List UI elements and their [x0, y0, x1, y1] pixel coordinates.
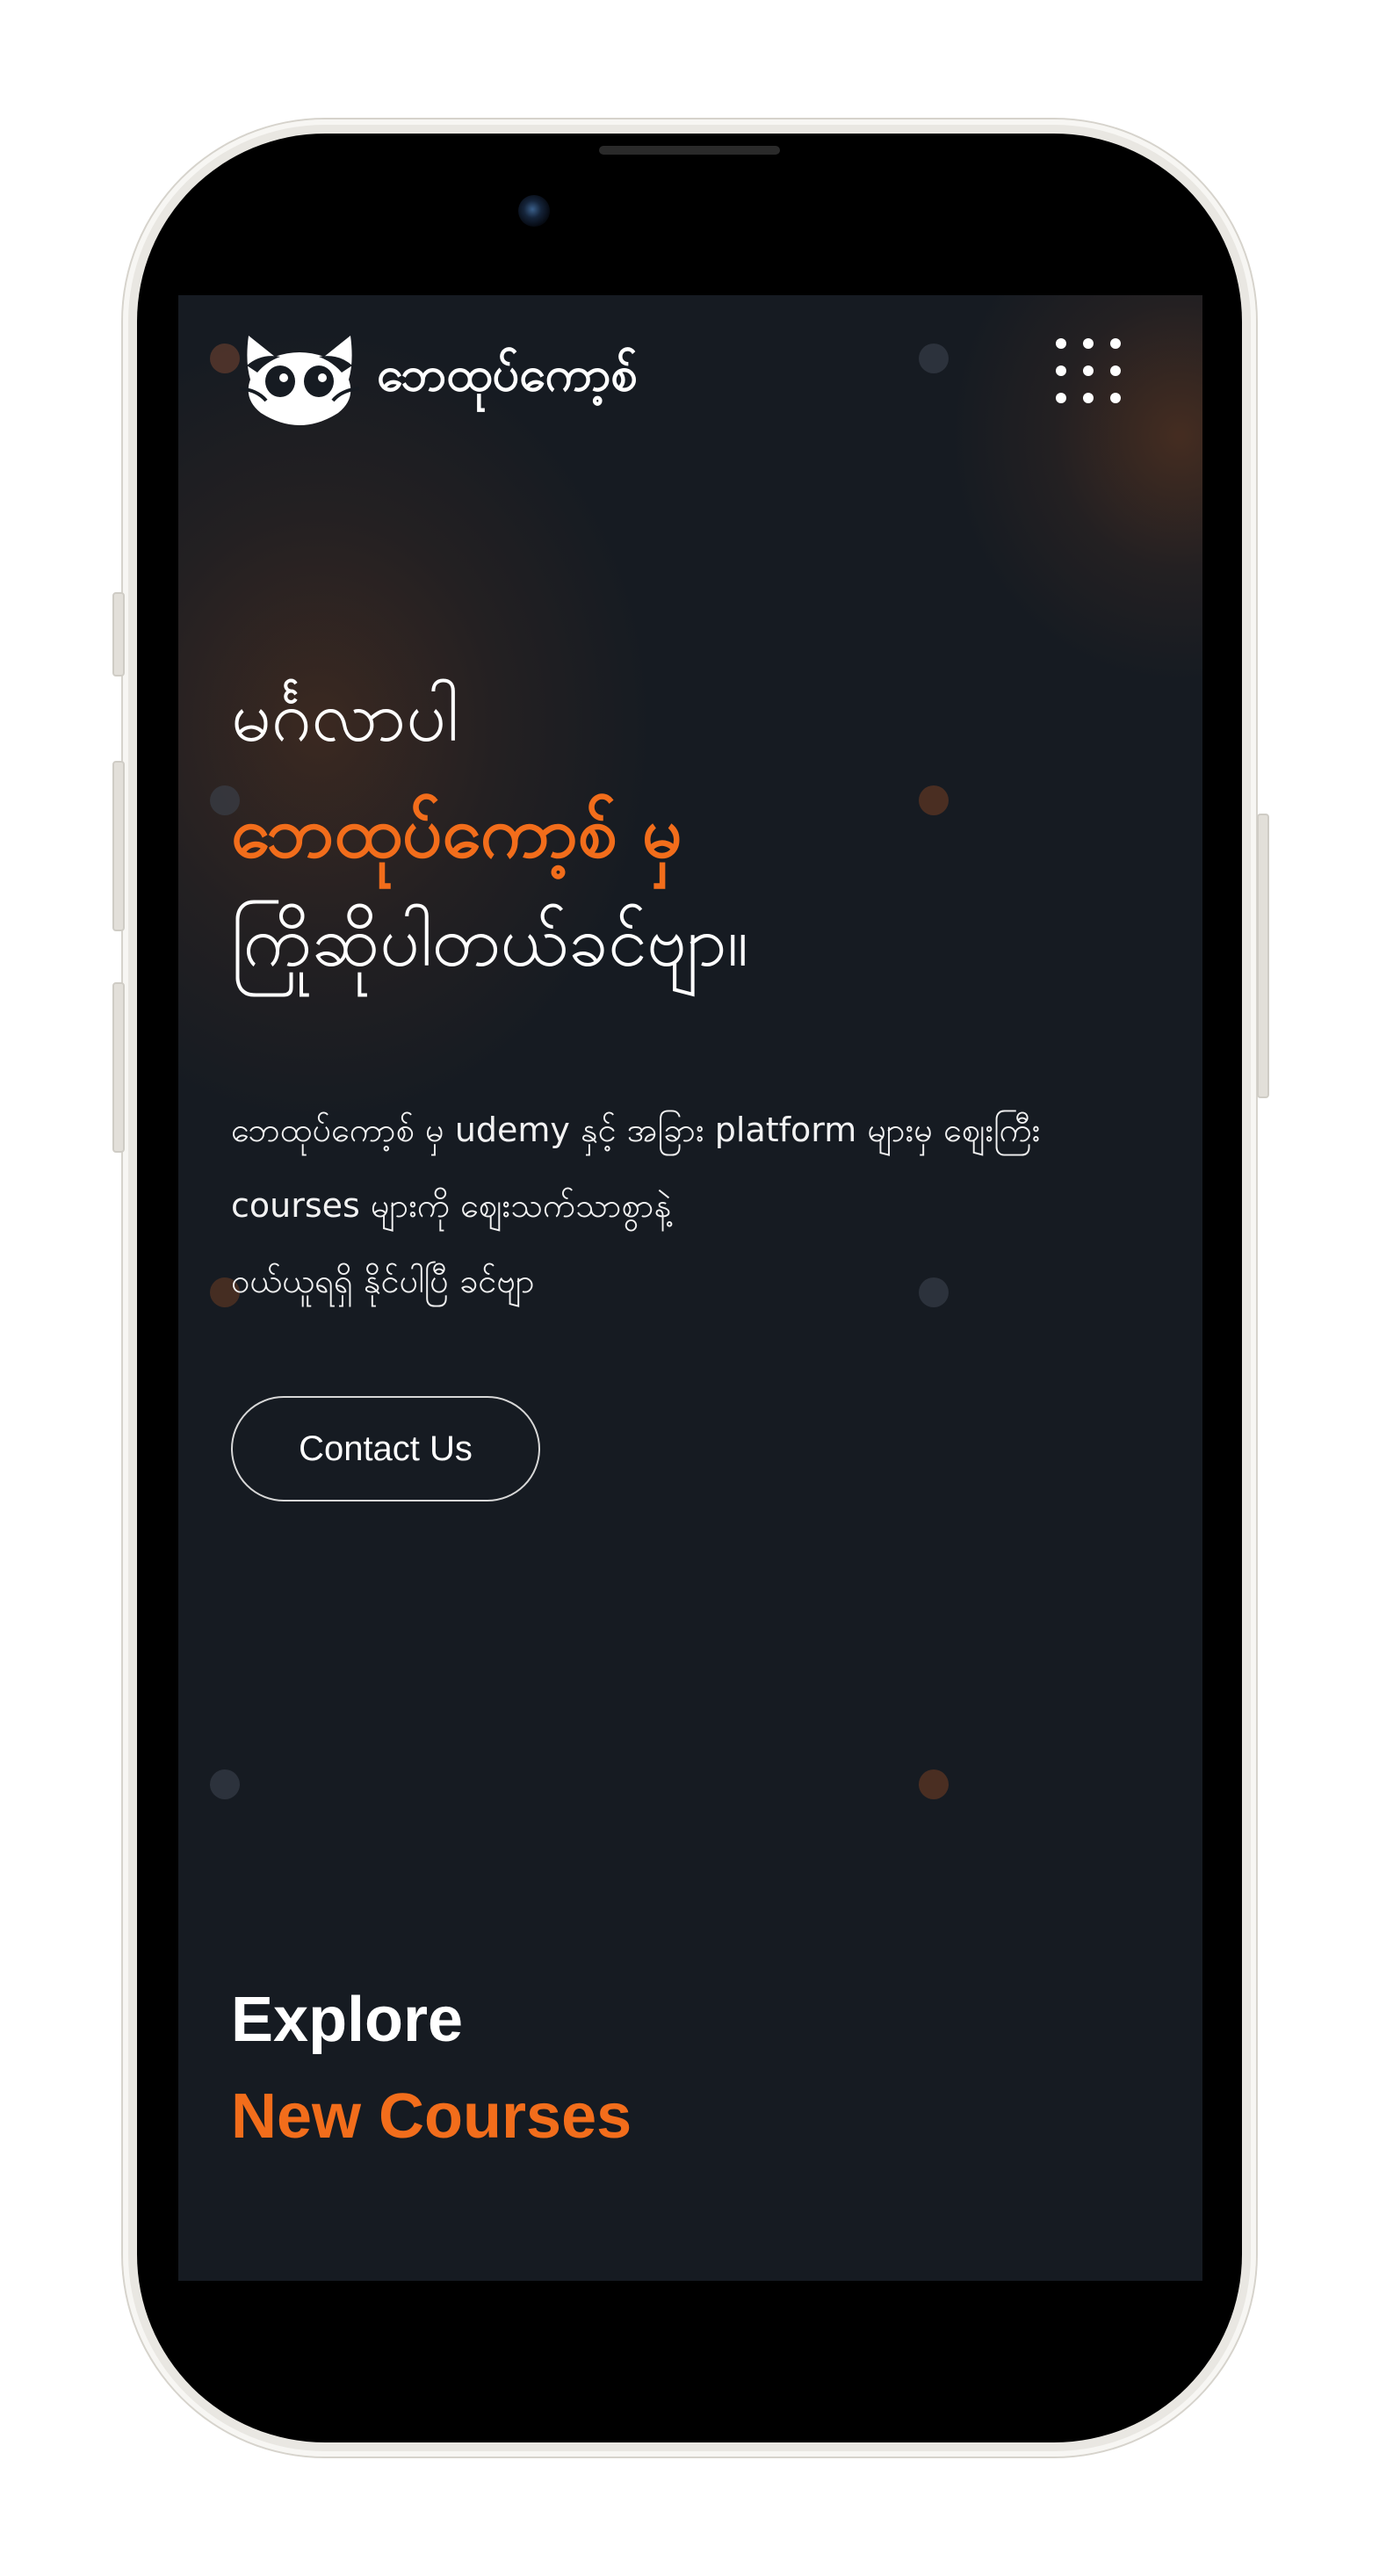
menu-dot [1056, 365, 1067, 376]
grid-menu-icon[interactable] [1048, 330, 1129, 411]
decor-dot [919, 785, 949, 815]
mute-switch [112, 592, 125, 677]
new-courses-heading: New Courses [231, 2081, 632, 2152]
earpiece-speaker [599, 146, 780, 155]
power-button [1257, 814, 1269, 1098]
decor-dot [919, 1769, 949, 1799]
contact-us-button[interactable]: Contact Us [231, 1396, 540, 1501]
hero-description-line-1: ဘေထုပ်ကော့စ် မှ udemy နှင့် အခြား platfo… [231, 1111, 1041, 1149]
front-camera [518, 195, 550, 227]
menu-dot [1109, 365, 1121, 376]
decor-dot [210, 1769, 240, 1799]
hero-welcome-line: ကြိုဆိုပါတယ်ခင်ဗျာ။ [231, 901, 748, 982]
menu-dot [1109, 338, 1121, 350]
hero-description-line-2: courses များကို ဈေးသက်သာစွာနဲ့ [231, 1186, 672, 1225]
menu-dot [1056, 392, 1067, 403]
hero-greeting: မင်္ဂလာပါ [231, 676, 458, 757]
menu-dot [1082, 392, 1094, 403]
cat-face-icon[interactable] [239, 327, 360, 425]
app-screen: ဘေထုပ်ကော့စ် မင်္ဂလာပါ ဘေထုပ်ကော့စ် မှ က… [178, 295, 1202, 2281]
menu-dot [1109, 392, 1121, 403]
hero-brand-line: ဘေထုပ်ကော့စ် မှ [231, 792, 682, 873]
volume-up-button [112, 761, 125, 931]
navbar: ဘေထုပ်ကော့စ် [178, 295, 1202, 436]
hero-description-line-3: ဝယ်ယူရရှိ နိုင်ပါပြီ ခင်ဗျာ [231, 1262, 535, 1300]
menu-dot [1056, 338, 1067, 350]
decor-dot [919, 1277, 949, 1307]
volume-down-button [112, 982, 125, 1153]
logo-text[interactable]: ဘေထုပ်ကော့စ် [377, 344, 638, 414]
menu-dot [1082, 338, 1094, 350]
menu-dot [1082, 365, 1094, 376]
explore-heading: Explore [231, 1985, 464, 2055]
